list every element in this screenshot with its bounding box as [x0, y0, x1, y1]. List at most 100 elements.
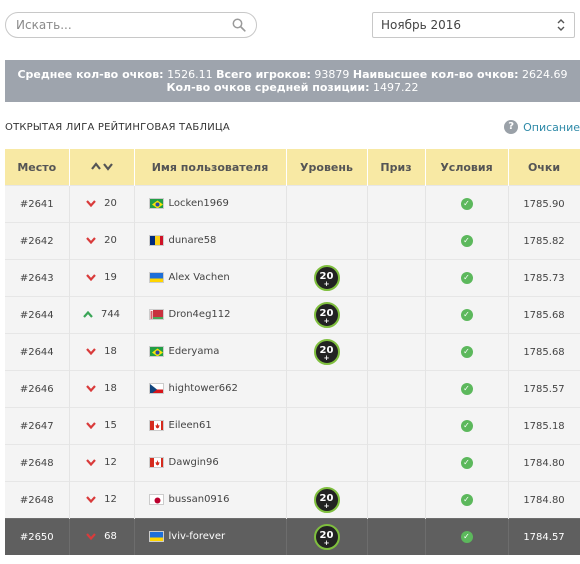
prize-cell	[367, 185, 426, 223]
username-link[interactable]: Locken1969	[169, 198, 229, 209]
avg-points-label: Среднее кол-во очков:	[17, 68, 164, 81]
col-username[interactable]: Имя пользователя	[134, 149, 287, 186]
col-conditions[interactable]: Условия	[425, 149, 509, 186]
table-row[interactable]: #2644 18 Ederyama 20 + ✓ 1785.68	[5, 333, 580, 371]
month-select[interactable]: Ноябрь 2016	[372, 12, 575, 38]
username-link[interactable]: Dron4eg112	[169, 309, 231, 320]
search-box[interactable]	[5, 12, 257, 38]
change-cell: 12	[69, 481, 135, 519]
table-row[interactable]: #2648 12 Dawgin96 ✓ 1784.80	[5, 444, 580, 482]
points-cell: 1784.80	[508, 481, 580, 519]
check-icon: ✓	[460, 272, 473, 284]
username-cell[interactable]: hightower662	[134, 370, 287, 408]
change-value: 18	[104, 383, 117, 394]
conditions-cell: ✓	[425, 518, 509, 555]
table-row-current-user[interactable]: #2650 68 lviv-forever 20 + ✓ 1784.57	[5, 518, 580, 555]
month-select-value: Ноябрь 2016	[381, 18, 462, 32]
table-header-row: Место Имя пользователя Уровень Приз Усло…	[5, 149, 580, 186]
username-cell[interactable]: Dawgin96	[134, 444, 287, 482]
rank-down-icon	[86, 237, 96, 244]
flag-ua-icon	[148, 272, 164, 284]
check-icon: ✓	[460, 346, 473, 358]
level-badge-icon: 20 +	[313, 302, 340, 328]
conditions-cell: ✓	[425, 259, 509, 297]
level-cell	[286, 185, 368, 223]
conditions-cell: ✓	[425, 481, 509, 519]
table-row[interactable]: #2648 12 bussan0916 20 + ✓ 1784.80	[5, 481, 580, 519]
change-value: 20	[104, 198, 117, 209]
col-points[interactable]: Очки	[508, 149, 580, 186]
col-level[interactable]: Уровень	[286, 149, 368, 186]
description-link-label[interactable]: Описание	[523, 121, 580, 134]
place-cell: #2650	[5, 518, 70, 555]
stats-banner: Среднее кол-во очков: 1526.11 Всего игро…	[5, 60, 580, 102]
username-cell[interactable]: bussan0916	[134, 481, 287, 519]
level-badge-icon: 20 +	[313, 487, 340, 513]
table-row[interactable]: #2641 20 Locken1969 ✓ 1785.90	[5, 185, 580, 223]
col-change[interactable]	[69, 149, 135, 186]
username-link[interactable]: bussan0916	[169, 494, 230, 505]
place-cell: #2642	[5, 222, 70, 260]
username-link[interactable]: Eileen61	[169, 420, 212, 431]
check-icon: ✓	[460, 494, 473, 506]
table-row[interactable]: #2644 744 Dron4eg112 20 + ✓ 1785.68	[5, 296, 580, 334]
players-label: Всего игроков:	[216, 68, 311, 81]
points-cell: 1785.18	[508, 407, 580, 445]
change-cell: 744	[69, 296, 135, 334]
stats-line-1: Среднее кол-во очков: 1526.11 Всего игро…	[5, 68, 580, 81]
conditions-cell: ✓	[425, 333, 509, 371]
prize-cell	[367, 518, 426, 555]
search-icon[interactable]	[232, 18, 246, 32]
conditions-cell: ✓	[425, 370, 509, 408]
top-bar: Ноябрь 2016	[0, 0, 580, 52]
players-value: 93879	[314, 68, 350, 81]
flag-br-icon	[148, 198, 164, 210]
points-cell: 1784.57	[508, 518, 580, 555]
username-cell[interactable]: Dron4eg112	[134, 296, 287, 334]
table-row[interactable]: #2647 15 Eileen61 ✓ 1785.18	[5, 407, 580, 445]
username-link[interactable]: lviv-forever	[169, 531, 226, 542]
help-icon[interactable]: ?	[504, 120, 519, 134]
board-title-row: ОТКРЫТАЯ ЛИГА РЕЙТИНГОВАЯ ТАБЛИЦА ? Опис…	[5, 120, 580, 138]
level-cell: 20 +	[286, 518, 368, 555]
username-link[interactable]: Alex Vachen	[169, 272, 230, 283]
username-link[interactable]: Ederyama	[169, 346, 220, 357]
change-cell: 12	[69, 444, 135, 482]
table-row[interactable]: #2642 20 dunare58 ✓ 1785.82	[5, 222, 580, 260]
username-link[interactable]: hightower662	[169, 383, 238, 394]
max-points-label: Наивысшее кол-во очков:	[352, 68, 519, 81]
change-cell: 18	[69, 333, 135, 371]
username-cell[interactable]: lviv-forever	[134, 518, 287, 555]
description-link[interactable]: ? Описание	[504, 120, 580, 134]
change-value: 15	[104, 420, 117, 431]
rank-down-icon	[86, 348, 96, 355]
check-icon: ✓	[460, 457, 473, 469]
check-icon: ✓	[460, 309, 473, 321]
col-place[interactable]: Место	[5, 149, 70, 186]
prize-cell	[367, 407, 426, 445]
place-cell: #2644	[5, 296, 70, 334]
level-badge-icon: 20 +	[313, 524, 340, 550]
rank-down-icon	[86, 459, 96, 466]
username-cell[interactable]: Ederyama	[134, 333, 287, 371]
points-cell: 1785.57	[508, 370, 580, 408]
prize-cell	[367, 444, 426, 482]
check-icon: ✓	[460, 383, 473, 395]
table-row[interactable]: #2643 19 Alex Vachen 20 + ✓ 1785.73	[5, 259, 580, 297]
username-cell[interactable]: dunare58	[134, 222, 287, 260]
username-cell[interactable]: Eileen61	[134, 407, 287, 445]
username-cell[interactable]: Locken1969	[134, 185, 287, 223]
username-cell[interactable]: Alex Vachen	[134, 259, 287, 297]
username-link[interactable]: dunare58	[169, 235, 217, 246]
table-row[interactable]: #2646 18 hightower662 ✓ 1785.57	[5, 370, 580, 408]
search-input[interactable]	[16, 16, 226, 34]
conditions-cell: ✓	[425, 296, 509, 334]
conditions-cell: ✓	[425, 444, 509, 482]
username-link[interactable]: Dawgin96	[169, 457, 219, 468]
points-cell: 1785.68	[508, 333, 580, 371]
col-prize[interactable]: Приз	[367, 149, 426, 186]
conditions-cell: ✓	[425, 222, 509, 260]
avg-points-value: 1526.11	[167, 68, 213, 81]
sort-up-down-icon[interactable]	[90, 161, 114, 171]
select-arrows-icon	[557, 19, 565, 31]
